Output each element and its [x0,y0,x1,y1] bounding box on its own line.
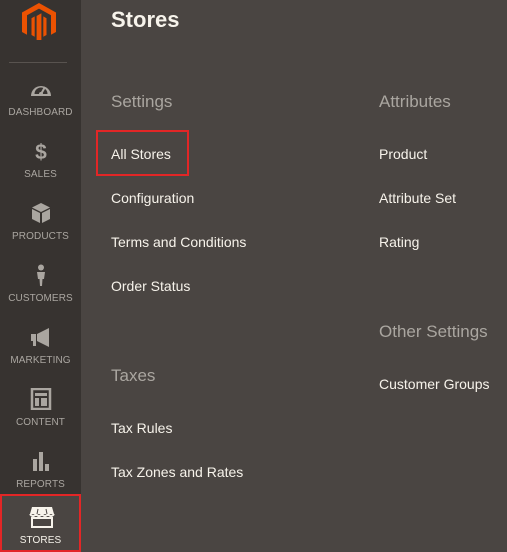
section-title-attributes: Attributes [379,92,451,111]
sidebar-item-label: CONTENT [15,417,66,428]
sidebar-item-label: SALES [24,169,57,180]
sidebar-item-sales[interactable]: $ SALES [0,140,81,198]
magento-logo-icon[interactable] [22,3,56,42]
megaphone-icon [29,326,53,350]
link-rating[interactable]: Rating [379,234,419,250]
sidebar-item-label: DASHBOARD [8,107,73,118]
svg-text:$: $ [35,141,47,162]
link-attribute-set[interactable]: Attribute Set [379,190,456,206]
sidebar-item-label: PRODUCTS [12,231,69,242]
sidebar-item-label: REPORTS [16,479,65,490]
sidebar-divider [9,62,67,63]
link-tax-rules[interactable]: Tax Rules [111,420,172,436]
sidebar-item-label: STORES [19,535,62,546]
stores-flyout-panel: Stores Settings All Stores Configuration… [81,0,507,552]
all-stores-highlight [96,130,189,176]
sidebar-item-customers[interactable]: CUSTOMERS [0,264,81,322]
sidebar-item-label: CUSTOMERS [8,293,73,304]
section-title-other-settings: Other Settings [379,322,488,341]
storefront-icon [28,506,55,530]
layout-icon [29,388,53,412]
section-title-taxes: Taxes [111,366,156,385]
section-title-settings: Settings [111,92,173,111]
link-tax-zones-and-rates[interactable]: Tax Zones and Rates [111,464,243,480]
sidebar-item-marketing[interactable]: MARKETING [0,326,81,384]
cube-icon [29,202,53,226]
person-icon [29,264,53,288]
sidebar-item-stores[interactable]: STORES [0,494,81,552]
link-customer-groups[interactable]: Customer Groups [379,376,489,392]
bar-chart-icon [29,450,53,474]
link-order-status[interactable]: Order Status [111,278,190,294]
admin-sidebar: DASHBOARD $ SALES PRODUCTS CUSTOMERS MAR… [0,0,81,552]
link-configuration[interactable]: Configuration [111,190,194,206]
sidebar-item-dashboard[interactable]: DASHBOARD [0,78,81,136]
dollar-icon: $ [29,140,53,164]
sidebar-item-products[interactable]: PRODUCTS [0,202,81,260]
dashboard-gauge-icon [29,78,53,102]
link-terms-and-conditions[interactable]: Terms and Conditions [111,234,246,250]
sidebar-item-label: MARKETING [10,355,71,366]
panel-title: Stores [111,7,180,32]
link-product-attributes[interactable]: Product [379,146,427,162]
sidebar-item-content[interactable]: CONTENT [0,388,81,446]
